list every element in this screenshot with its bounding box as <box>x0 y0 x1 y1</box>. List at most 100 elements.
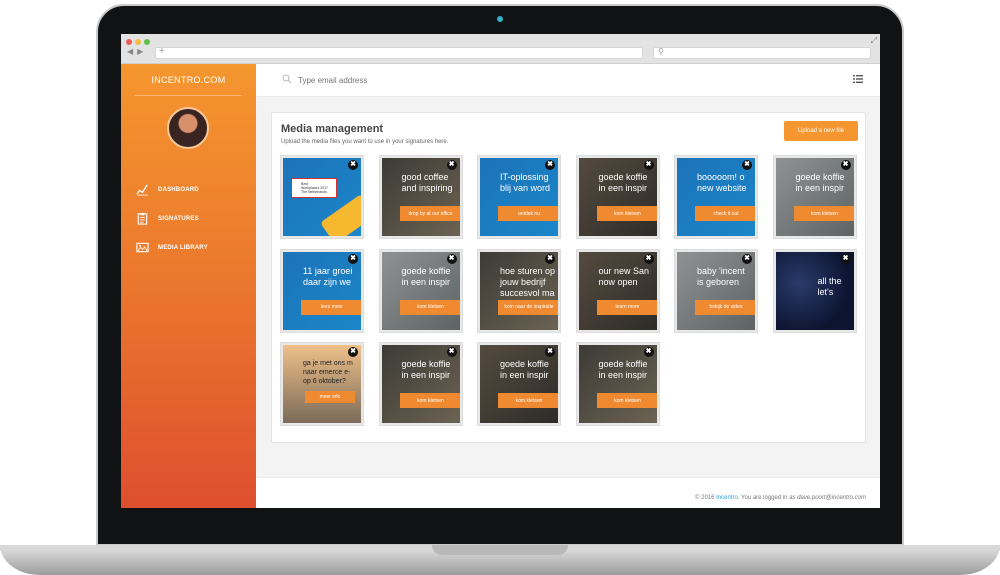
media-thumbnail: goede koffie in een inspir kom kletsen ✖ <box>578 345 657 423</box>
expand-icon[interactable]: ⤢ <box>871 36 877 46</box>
image-icon <box>136 241 149 254</box>
media-tile[interactable]: goede koffie in een inspir kom kletsen ✖ <box>576 156 659 238</box>
tile-caption: baby 'incent is geboren <box>697 265 745 287</box>
tile-cta-button[interactable]: drop by at our office <box>399 206 460 221</box>
tile-caption: goede koffie in een inspir <box>500 359 549 380</box>
top-bar <box>256 64 880 97</box>
remove-media-icon[interactable]: ✖ <box>446 160 457 170</box>
tile-cta-button[interactable]: kom kletsen <box>793 206 854 221</box>
tile-cta-button[interactable]: kom kletsen <box>498 393 558 408</box>
tile-caption: hoe sturen op jouw bedrijf succesvol ma <box>500 265 556 298</box>
footer: © 2016 Incentro. You are logged in as da… <box>256 477 880 508</box>
remove-media-icon[interactable]: ✖ <box>742 160 752 170</box>
media-tile[interactable]: Best Workplaces 2017 The Netherlands ✖ <box>281 156 363 238</box>
media-tile[interactable]: hoe sturen op jouw bedrijf succesvol ma k… <box>478 249 560 332</box>
remove-media-icon[interactable]: ✖ <box>643 347 654 357</box>
minimize-window-icon[interactable] <box>135 39 141 45</box>
media-tile[interactable]: goede koffie in een inspir kom kletsen ✖ <box>773 156 856 238</box>
media-tile[interactable]: goede koffie in een inspir kom kletsen ✖ <box>379 249 462 332</box>
remove-media-icon[interactable]: ✖ <box>545 347 555 357</box>
media-tile[interactable]: goede koffie in een inspir kom kletsen ✖ <box>379 343 462 425</box>
remove-media-icon[interactable]: ✖ <box>348 347 358 357</box>
tile-cta-button[interactable]: kom naar de inspiratie <box>498 299 558 315</box>
footer-text: © 2016 Incentro. You are logged in as da… <box>695 495 866 501</box>
remove-media-icon[interactable]: ✖ <box>348 253 358 264</box>
footer-company-link[interactable]: Incentro <box>716 495 738 501</box>
media-thumbnail: goede koffie in een inspir kom kletsen ✖ <box>578 158 657 236</box>
media-thumbnail: booooom! o new website check it out ✖ <box>677 158 755 236</box>
tile-cta-button[interactable]: meer info <box>305 391 355 403</box>
brand-divider <box>135 95 242 96</box>
tile-caption: goede koffie in een inspir <box>598 359 648 380</box>
remove-media-icon[interactable]: ✖ <box>446 347 457 357</box>
remove-media-icon[interactable]: ✖ <box>643 160 654 170</box>
sidebar-item-media-library[interactable]: MEDIA LIBRARY <box>136 233 256 262</box>
remove-media-icon[interactable]: ✖ <box>840 253 851 264</box>
tile-cta-button[interactable]: lees meer <box>301 299 361 315</box>
media-tile[interactable]: IT-oplossing blij van word ontdek nu ✖ <box>478 156 560 238</box>
remove-media-icon[interactable]: ✖ <box>643 253 654 264</box>
sidebar-item-dashboard[interactable]: DASHBOARD <box>136 175 256 204</box>
search-icon <box>282 74 292 84</box>
new-tab-icon[interactable]: + <box>159 46 165 57</box>
tile-caption: booooom! o new website <box>697 172 747 193</box>
tile-cta-button[interactable]: check it out <box>695 206 755 221</box>
media-thumbnail: baby 'incent is geboren bekijk de video ✖ <box>677 251 755 330</box>
media-tile[interactable]: all the let's ✖ <box>773 249 856 332</box>
tile-caption: all the let's <box>817 275 842 297</box>
remove-media-icon[interactable]: ✖ <box>545 160 555 170</box>
page-title: Media management <box>281 123 384 135</box>
close-window-icon[interactable] <box>126 39 132 45</box>
tile-cta-button[interactable]: kom kletsen <box>399 299 460 315</box>
tile-caption: ga je met ons m naar emerce e- op 6 okto… <box>303 360 353 385</box>
tile-caption: good coffee and inspiring <box>401 172 453 193</box>
media-tile[interactable]: baby 'incent is geboren bekijk de video ✖ <box>675 249 757 332</box>
media-thumbnail: 11 jaar groei daar zijn we lees meer ✖ <box>283 251 361 330</box>
remove-media-icon[interactable]: ✖ <box>840 160 851 170</box>
media-thumbnail: goede koffie in een inspir kom kletsen ✖ <box>381 251 460 330</box>
award-badge-text: Best Workplaces 2017 The Netherlands <box>301 182 328 194</box>
media-tile[interactable]: our new San now open learn more ✖ <box>576 249 659 332</box>
browser-chrome: ◀▶ + ⚲ ⤢ <box>121 34 880 64</box>
remove-media-icon[interactable]: ✖ <box>545 253 555 264</box>
maximize-window-icon[interactable] <box>144 39 150 45</box>
media-thumbnail: goede koffie in een inspir kom kletsen ✖ <box>480 345 558 423</box>
sidebar-item-label: MEDIA LIBRARY <box>158 244 208 251</box>
upload-file-button[interactable]: Upload a new file <box>784 121 858 141</box>
remove-media-icon[interactable]: ✖ <box>348 160 358 170</box>
tile-cta-button[interactable]: kom kletsen <box>596 206 657 221</box>
browser-search-bar[interactable] <box>653 47 871 59</box>
media-thumbnail: goede koffie in een inspir kom kletsen ✖ <box>775 158 854 236</box>
brand-name[interactable]: INCENTRO.COM <box>121 75 256 85</box>
tile-cta-button[interactable]: kom kletsen <box>596 393 657 408</box>
sidebar-item-signatures[interactable]: SIGNATURES <box>136 204 256 233</box>
chart-line-icon <box>136 183 149 196</box>
media-tile[interactable]: 11 jaar groei daar zijn we lees meer ✖ <box>281 249 363 332</box>
list-menu-icon[interactable] <box>853 75 863 83</box>
laptop-notch <box>432 545 568 555</box>
avatar[interactable] <box>167 107 209 149</box>
tile-cta-button[interactable]: bekijk de video <box>695 299 755 315</box>
media-tile[interactable]: booooom! o new website check it out ✖ <box>675 156 757 238</box>
footer-logged-in-text: . You are logged in as <box>737 495 796 501</box>
sidebar-item-label: SIGNATURES <box>158 215 199 222</box>
media-thumbnail: IT-oplossing blij van word ontdek nu ✖ <box>480 158 558 236</box>
tile-cta-button[interactable]: ontdek nu <box>498 206 558 221</box>
media-thumbnail: hoe sturen op jouw bedrijf succesvol ma k… <box>480 251 558 330</box>
browser-nav-arrows-icon[interactable]: ◀▶ <box>127 47 147 56</box>
media-tile[interactable]: good coffee and inspiring drop by at our … <box>379 156 462 238</box>
tile-cta-button[interactable]: learn more <box>596 299 657 315</box>
remove-media-icon[interactable]: ✖ <box>446 253 457 264</box>
media-tile[interactable]: goede koffie in een inspir kom kletsen ✖ <box>478 343 560 425</box>
media-thumbnail: Best Workplaces 2017 The Netherlands ✖ <box>283 158 361 236</box>
clipboard-icon <box>136 212 149 225</box>
browser-url-bar[interactable] <box>155 47 643 59</box>
media-tile[interactable]: ga je met ons m naar emerce e- op 6 okto… <box>281 343 363 425</box>
media-tile[interactable]: goede koffie in een inspir kom kletsen ✖ <box>576 343 659 425</box>
decorative-shape <box>320 194 361 236</box>
email-search-input[interactable] <box>298 73 598 87</box>
page-subtitle: Upload the media files you want to use i… <box>281 139 449 145</box>
camera-icon <box>497 16 503 22</box>
remove-media-icon[interactable]: ✖ <box>742 253 752 264</box>
tile-cta-button[interactable]: kom kletsen <box>399 393 460 408</box>
